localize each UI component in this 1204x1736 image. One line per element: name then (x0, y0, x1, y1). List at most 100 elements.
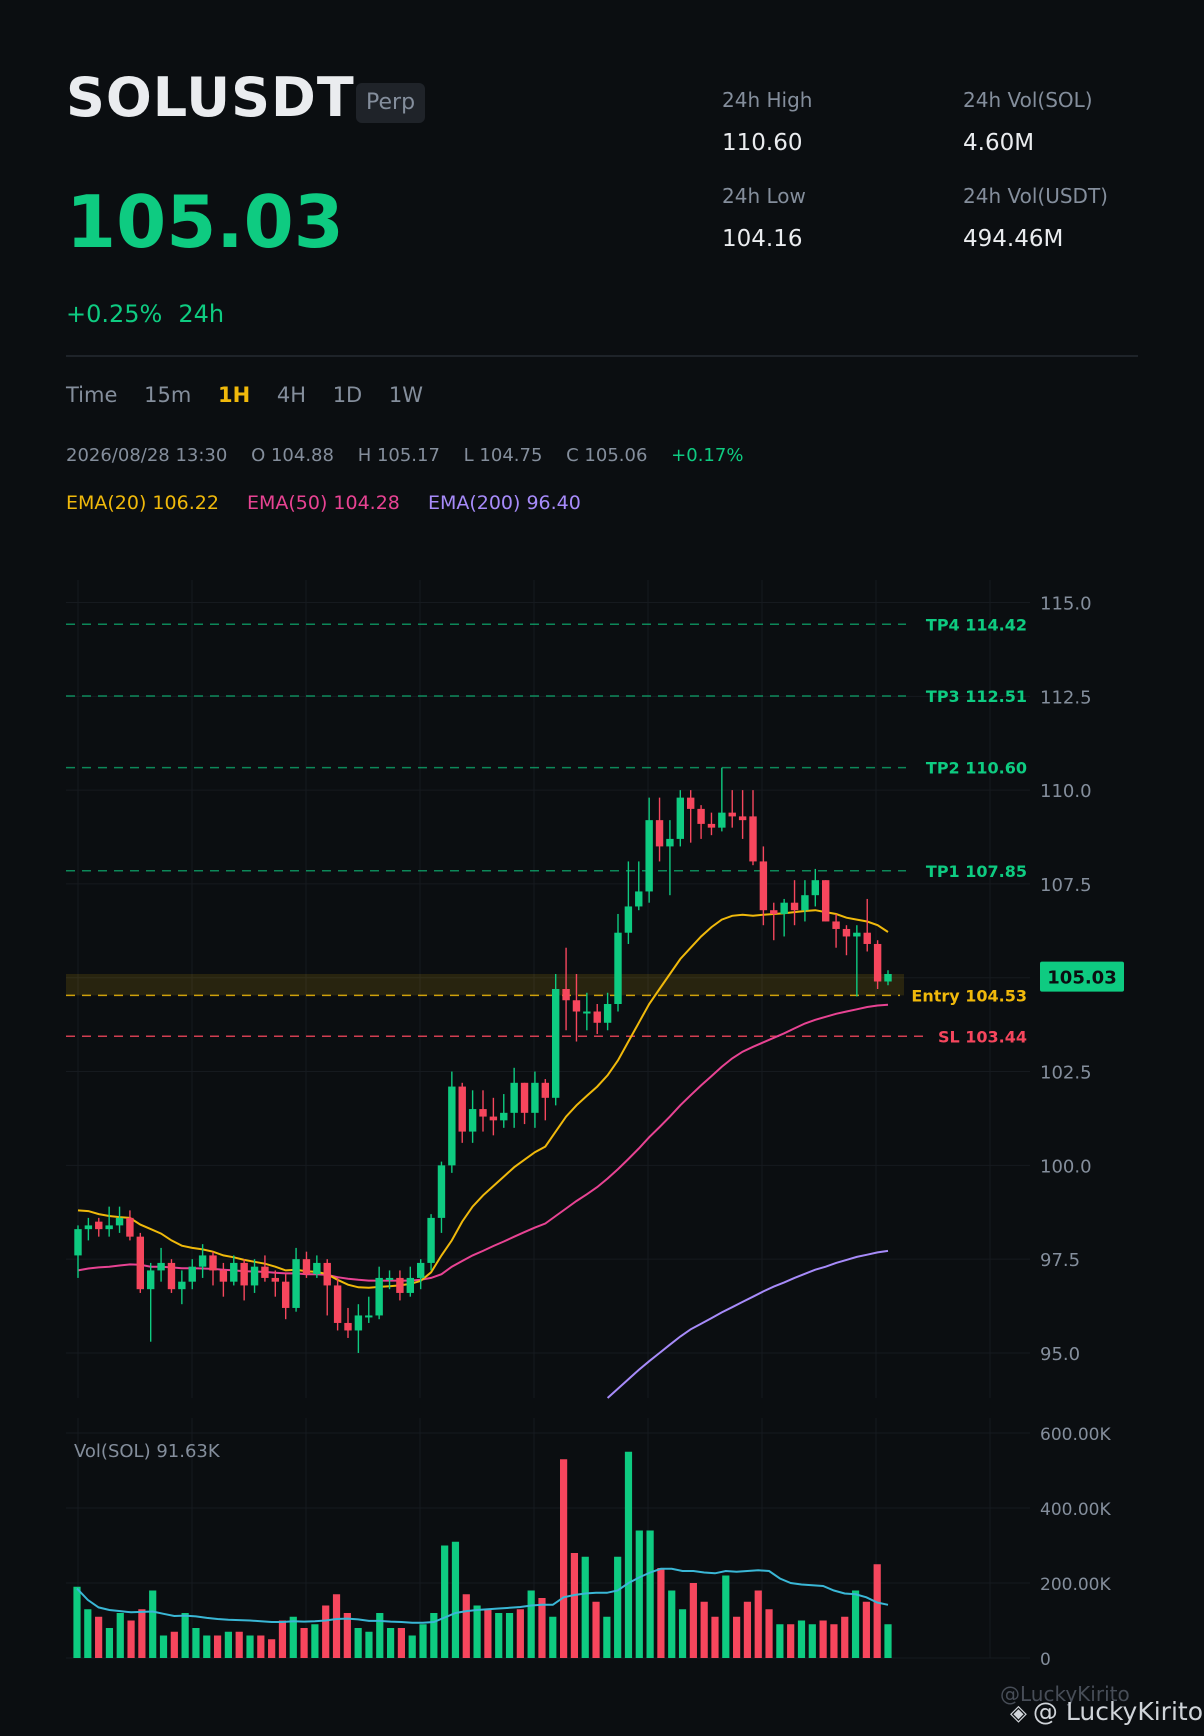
candle-body (84, 1225, 93, 1230)
candle (790, 880, 799, 926)
candle (583, 992, 591, 1031)
candle (686, 790, 695, 843)
candle (562, 947, 570, 1031)
volume-bar (592, 1601, 600, 1658)
candle-body (676, 797, 685, 839)
candle-body (821, 880, 830, 922)
candle-body (188, 1266, 196, 1282)
volume-bar (386, 1628, 395, 1658)
candle-body (281, 1281, 290, 1308)
watermark-handle: ◈ @ LuckyKirito (1010, 1697, 1203, 1726)
candle (458, 1082, 466, 1143)
price-axis-tick: 100.0 (1040, 1156, 1092, 1177)
candle-body (593, 1011, 601, 1023)
volume-bar (797, 1620, 806, 1658)
candle-body (95, 1221, 103, 1230)
candle (728, 790, 736, 828)
candle (718, 767, 726, 832)
candle (188, 1259, 196, 1290)
candle-body (853, 932, 861, 937)
candle-body (551, 989, 560, 1098)
candle-body (666, 838, 674, 847)
price-axis-tick: 110.0 (1040, 781, 1092, 802)
candle-body (562, 989, 570, 1001)
candles (74, 767, 892, 1353)
volume-bar (311, 1624, 319, 1658)
volume-bar (246, 1635, 254, 1658)
candle-body (583, 1011, 591, 1014)
volume-bar (419, 1624, 427, 1658)
candle (780, 898, 788, 937)
candle (863, 898, 871, 952)
candle-body (157, 1262, 165, 1271)
volume-bar (614, 1556, 622, 1658)
candle (479, 1090, 487, 1132)
volume-bar (116, 1613, 124, 1658)
volume-bar (213, 1635, 222, 1658)
volume-bar (549, 1616, 557, 1658)
candle (624, 861, 633, 944)
volume-bars (73, 1451, 892, 1658)
volume-bar (289, 1616, 297, 1658)
volume-axis-tick: 200.00K (1040, 1575, 1111, 1595)
candle (302, 1251, 311, 1278)
price-chart[interactable]: 115.0112.5110.0107.5105.0102.5100.097.59… (0, 0, 1204, 1736)
volume-bar (516, 1609, 524, 1658)
candle (240, 1259, 248, 1301)
candle-body (448, 1086, 456, 1166)
price-axis-tick: 95.0 (1040, 1344, 1080, 1365)
candle (281, 1274, 290, 1320)
ema50-line (77, 1003, 889, 1282)
candle (292, 1247, 300, 1312)
candle (416, 1259, 425, 1290)
candle-body (479, 1109, 487, 1117)
candle-body (271, 1277, 280, 1282)
candle (105, 1206, 113, 1237)
watermark-handle-text: @ LuckyKirito (1032, 1697, 1203, 1726)
volume-bar (700, 1601, 708, 1658)
candle-body (416, 1262, 425, 1278)
candle-body (261, 1266, 269, 1278)
volume-bar (257, 1635, 265, 1658)
volume-bar (322, 1605, 330, 1658)
candle (427, 1214, 435, 1271)
level-label-tp: TP1 107.85 (926, 862, 1027, 881)
candle-body (624, 906, 633, 933)
volume-bar (841, 1616, 849, 1658)
candle-body (520, 1082, 529, 1113)
candle-body (728, 812, 736, 817)
candle (832, 913, 840, 948)
volume-bar (451, 1541, 460, 1658)
volume-bar (278, 1620, 287, 1658)
candle (738, 790, 747, 839)
volume-bar (181, 1613, 189, 1658)
candle-body (749, 816, 757, 862)
candle (531, 1071, 539, 1128)
candle (697, 805, 705, 839)
volume-bar (332, 1594, 341, 1658)
volume-bar (743, 1601, 752, 1658)
candle-body (292, 1259, 300, 1308)
price-axis-tick: 107.5 (1040, 875, 1092, 896)
candle-body (614, 932, 622, 1005)
candle-body (209, 1255, 217, 1271)
candle-body (686, 797, 695, 809)
volume-bar (408, 1635, 416, 1658)
candle (437, 1161, 446, 1233)
candle (406, 1266, 415, 1297)
candle-body (718, 812, 726, 828)
candle (510, 1067, 518, 1128)
candle-body (468, 1109, 477, 1132)
candle (448, 1071, 456, 1173)
candle-body (427, 1217, 435, 1263)
candle (811, 868, 820, 907)
candle-body (437, 1165, 446, 1218)
entry-zone (66, 973, 904, 996)
candle-body (635, 891, 643, 907)
volume-bar (159, 1635, 168, 1658)
candle (759, 846, 768, 926)
candle-body (354, 1315, 363, 1331)
candle-body (500, 1112, 508, 1121)
candle-body (396, 1277, 404, 1293)
volume-bar (776, 1624, 784, 1658)
